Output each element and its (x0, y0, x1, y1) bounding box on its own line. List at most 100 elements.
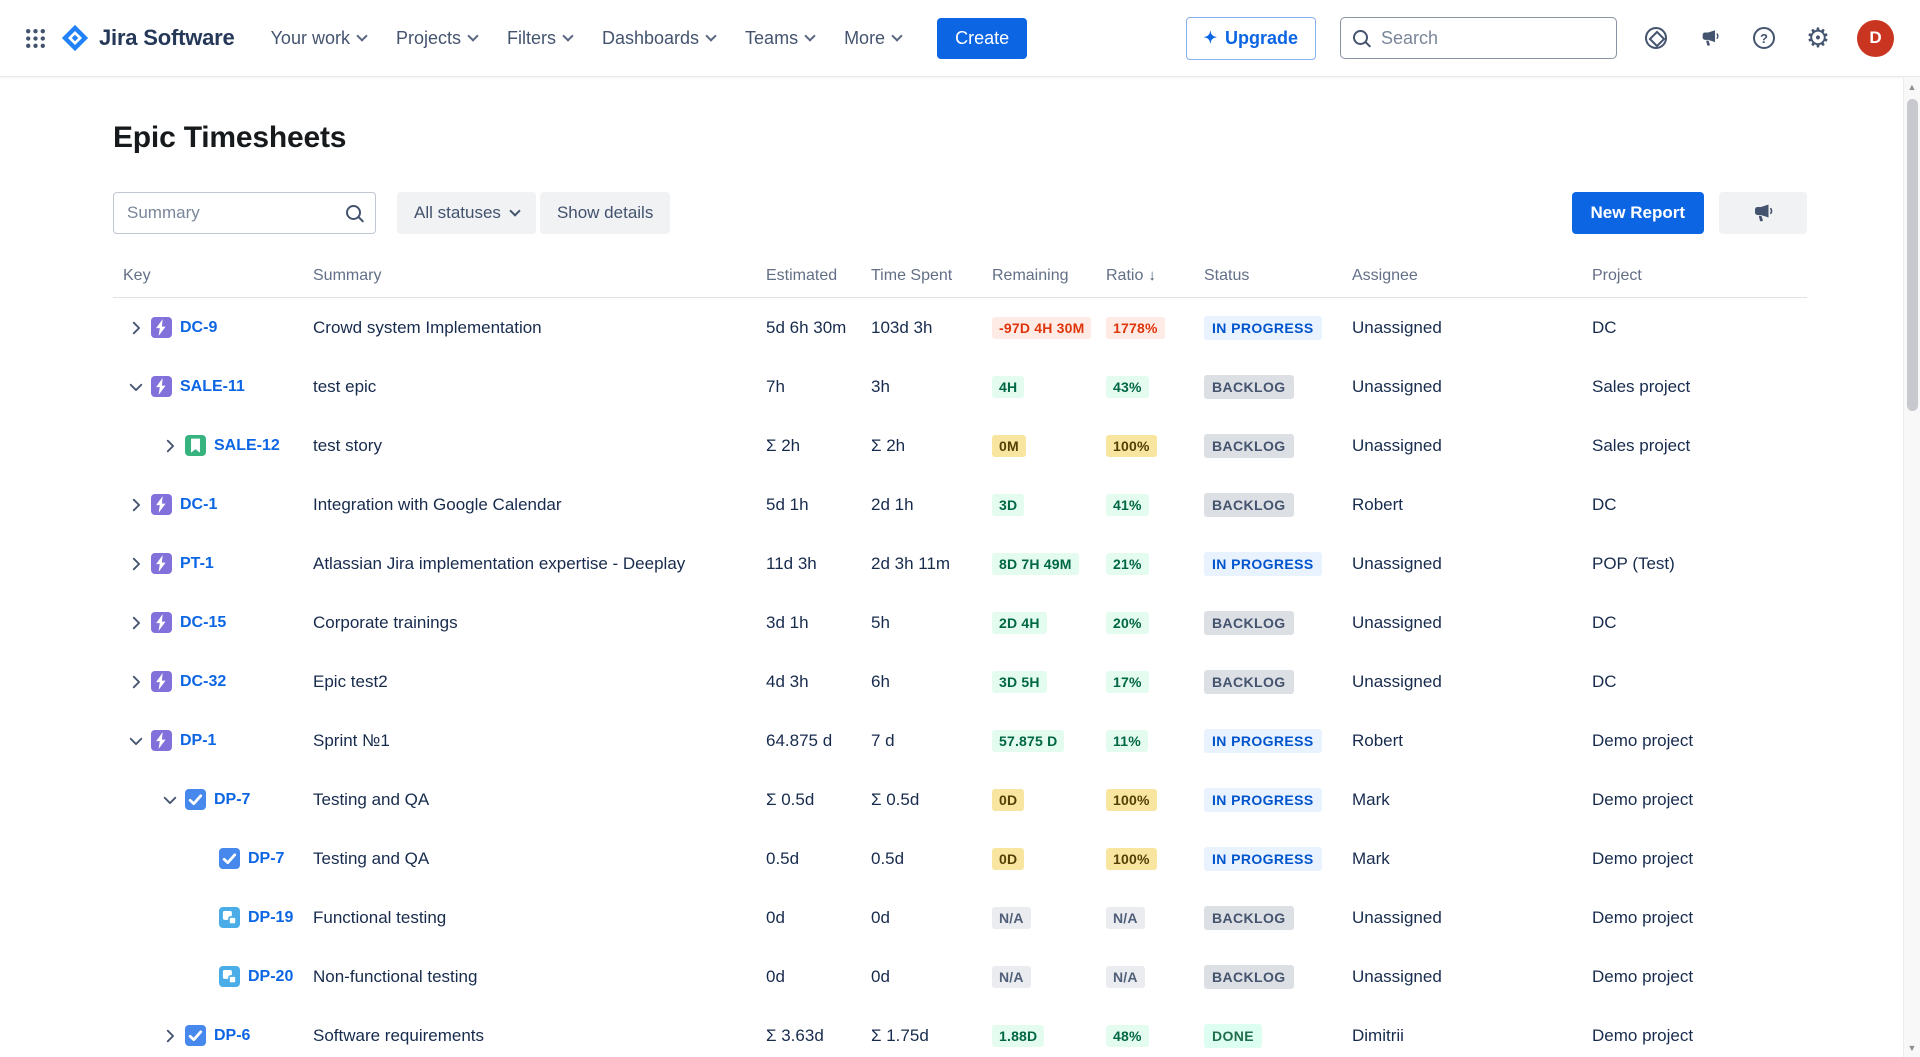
remaining-cell: 4H (992, 376, 1106, 398)
new-report-button[interactable]: New Report (1572, 192, 1704, 234)
scrollbar[interactable]: ▲ ▼ (1903, 78, 1920, 1057)
nav-more-label: More (844, 28, 885, 49)
collapse-chevron-icon[interactable] (157, 787, 183, 813)
issue-key-link[interactable]: DP-19 (248, 909, 293, 927)
issue-key-link[interactable]: DC-15 (180, 614, 226, 632)
show-details-button[interactable]: Show details (540, 192, 670, 234)
ratio-badge: 43% (1106, 376, 1149, 398)
scrollbar-up-button[interactable]: ▲ (1904, 78, 1920, 96)
app-switcher-button[interactable] (18, 21, 52, 55)
issue-key-link[interactable]: SALE-11 (180, 378, 245, 396)
discover-button[interactable] (1641, 23, 1671, 53)
ratio-badge: 100% (1106, 435, 1157, 457)
summary-cell: Testing and QA (313, 790, 766, 810)
scrollbar-down-button[interactable]: ▼ (1904, 1039, 1920, 1057)
ratio-cell: 100% (1106, 789, 1204, 811)
time-spent-cell: Σ 2h (871, 436, 992, 456)
table-header-row: Key Summary Estimated Time Spent Remaini… (113, 267, 1807, 298)
nav-more[interactable]: More (844, 28, 901, 49)
expand-chevron-icon[interactable] (123, 551, 149, 577)
expand-chevron-icon[interactable] (123, 315, 149, 341)
issue-key-link[interactable]: SALE-12 (214, 437, 280, 455)
estimated-cell: 5d 6h 30m (766, 318, 871, 338)
assignee-cell: Unassigned (1352, 908, 1592, 928)
assignee-cell: Unassigned (1352, 436, 1592, 456)
remaining-cell: 1.88D (992, 1025, 1106, 1047)
project-cell: DC (1592, 613, 1807, 633)
help-glyph: ? (1760, 31, 1768, 46)
table-row: DC-1Integration with Google Calendar5d 1… (113, 475, 1807, 534)
expand-chevron-icon[interactable] (123, 492, 149, 518)
issue-key-link[interactable]: DP-7 (214, 791, 250, 809)
issue-key-link[interactable]: DP-6 (214, 1027, 250, 1045)
collapse-chevron-icon[interactable] (123, 728, 149, 754)
column-header-assignee[interactable]: Assignee (1352, 267, 1592, 285)
chevron-down-icon (705, 30, 716, 41)
issue-key-link[interactable]: DC-32 (180, 673, 226, 691)
remaining-cell: N/A (992, 907, 1106, 929)
help-button[interactable]: ? (1749, 23, 1779, 53)
ratio-header-label: Ratio (1106, 267, 1143, 284)
summary-filter-input[interactable] (113, 192, 376, 234)
column-header-estimated[interactable]: Estimated (766, 267, 871, 285)
column-header-project[interactable]: Project (1592, 267, 1807, 285)
nav-teams[interactable]: Teams (745, 28, 814, 49)
column-header-remaining[interactable]: Remaining (992, 267, 1106, 285)
time-spent-cell: 2d 3h 11m (871, 554, 992, 574)
ratio-cell: 11% (1106, 730, 1204, 752)
column-header-status[interactable]: Status (1204, 267, 1352, 285)
status-filter-dropdown[interactable]: All statuses (397, 192, 536, 234)
status-lozenge: IN PROGRESS (1204, 316, 1322, 340)
column-header-ratio[interactable]: Ratio↓ (1106, 267, 1204, 285)
expand-chevron-icon[interactable] (123, 610, 149, 636)
remaining-cell: 57.875 D (992, 730, 1106, 752)
issue-key-link[interactable]: DP-7 (248, 850, 284, 868)
status-lozenge: BACKLOG (1204, 670, 1294, 694)
filter-bar: All statuses Show details New Report (113, 192, 1807, 234)
column-header-time-spent[interactable]: Time Spent (871, 267, 992, 285)
issue-key-link[interactable]: PT-1 (180, 555, 214, 573)
issue-key-link[interactable]: DC-9 (180, 319, 217, 337)
expand-chevron-icon[interactable] (157, 1023, 183, 1049)
remaining-badge: 8D 7H 49M (992, 553, 1079, 575)
issue-key-link[interactable]: DC-1 (180, 496, 217, 514)
table-row: DC-9Crowd system Implementation5d 6h 30m… (113, 298, 1807, 357)
nav-projects[interactable]: Projects (396, 28, 477, 49)
nav-filters[interactable]: Filters (507, 28, 572, 49)
column-header-summary[interactable]: Summary (313, 267, 766, 285)
issue-key-link[interactable]: DP-1 (180, 732, 216, 750)
search-icon (346, 205, 361, 220)
ratio-badge: 100% (1106, 789, 1157, 811)
issue-key-link[interactable]: DP-20 (248, 968, 293, 986)
ratio-cell: N/A (1106, 907, 1204, 929)
epic-icon (151, 494, 172, 515)
create-button[interactable]: Create (937, 18, 1027, 59)
announcements-button[interactable] (1695, 23, 1725, 53)
remaining-badge: 4H (992, 376, 1024, 398)
sparkle-icon: ✦ (1204, 28, 1217, 48)
summary-cell: test epic (313, 377, 766, 397)
upgrade-button[interactable]: ✦ Upgrade (1186, 17, 1316, 60)
settings-button[interactable]: ⚙ (1803, 23, 1833, 53)
time-spent-cell: Σ 1.75d (871, 1026, 992, 1046)
scrollbar-thumb[interactable] (1907, 99, 1918, 411)
remaining-badge: 1.88D (992, 1025, 1044, 1047)
user-avatar[interactable]: D (1857, 20, 1894, 57)
feedback-button[interactable] (1719, 192, 1807, 234)
expand-chevron-icon[interactable] (157, 433, 183, 459)
chevron-down-icon (509, 205, 520, 216)
ratio-badge: 1778% (1106, 317, 1165, 339)
table-row: DP-20Non-functional testing0d0dN/AN/ABAC… (113, 947, 1807, 1006)
time-spent-cell: 5h (871, 613, 992, 633)
nav-your-work[interactable]: Your work (271, 28, 366, 49)
global-search-input[interactable] (1340, 17, 1617, 59)
collapse-chevron-icon[interactable] (123, 374, 149, 400)
assignee-cell: Robert (1352, 495, 1592, 515)
epic-icon (151, 376, 172, 397)
expand-chevron-icon[interactable] (123, 669, 149, 695)
jira-logo[interactable]: Jira Software (60, 23, 235, 53)
project-cell: POP (Test) (1592, 554, 1807, 574)
status-lozenge: IN PROGRESS (1204, 729, 1322, 753)
nav-dashboards[interactable]: Dashboards (602, 28, 715, 49)
column-header-key[interactable]: Key (113, 267, 313, 285)
